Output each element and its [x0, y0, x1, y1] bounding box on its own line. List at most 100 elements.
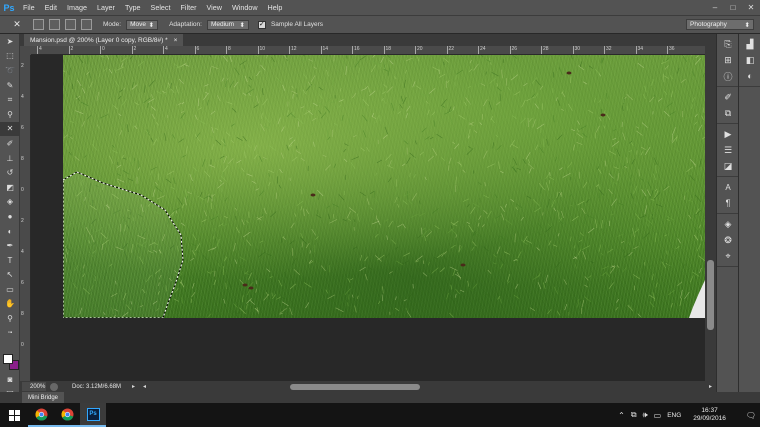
brush-tool-icon[interactable]: ✐ [0, 136, 20, 151]
ruler-horizontal[interactable]: 4 2 0 2 4 6 8 10 12 14 16 18 20 22 24 26 28 30 32 34 36 [31, 46, 705, 55]
new-selection-icon[interactable] [33, 19, 44, 30]
menu-filter[interactable]: Filter [176, 3, 202, 12]
ruler-corner[interactable] [20, 46, 31, 55]
chevron-up-icon[interactable]: ⌃ [618, 411, 625, 420]
paint-bucket-tool-icon[interactable]: ◈ [0, 195, 20, 210]
vertical-scrollbar[interactable] [705, 46, 716, 382]
paragraph-icon[interactable]: ¶ [717, 195, 739, 211]
history-brush-tool-icon[interactable]: ↺ [0, 165, 20, 180]
notifications-icon[interactable]: 🗨 [746, 411, 756, 420]
channels-icon[interactable]: ❂ [717, 232, 739, 248]
menu-edit[interactable]: Edit [40, 3, 62, 12]
type-tool-icon[interactable]: T [0, 253, 20, 268]
status-info-icon[interactable] [50, 382, 58, 391]
horizontal-scrollbar[interactable] [168, 382, 704, 391]
menu-layer[interactable]: Layer [92, 3, 120, 12]
photoshop-icon[interactable]: Ps [80, 403, 106, 427]
workspace-select[interactable]: Photography ⬍ [686, 19, 754, 30]
network-icon[interactable]: ⧉ [631, 410, 637, 420]
ruler-top-tick [226, 46, 227, 54]
maximize-button[interactable]: □ [724, 0, 742, 15]
ruler-top-label: 10 [259, 46, 266, 52]
ruler-left-label: 8 [21, 156, 24, 162]
content-aware-move-tool-icon[interactable]: ✕ [0, 121, 20, 137]
hand-tool-icon[interactable]: ✋ [0, 297, 20, 312]
paths-icon[interactable]: ⌖ [717, 248, 739, 264]
grass-image[interactable] [63, 55, 705, 318]
close-button[interactable]: ✕ [742, 0, 760, 15]
clock[interactable]: 16:37 29/09/2016 [693, 407, 726, 423]
clone-source-icon[interactable]: ⧉ [717, 105, 739, 121]
crop-tool-icon[interactable]: ⌗ [0, 92, 20, 107]
ruler-top-tick [352, 46, 353, 54]
mini-bridge-tab[interactable]: Mini Bridge [22, 392, 65, 403]
default-colors-icon[interactable]: ▫▪ [0, 326, 20, 341]
chevron-down-icon: ⬍ [744, 21, 750, 29]
subtract-from-selection-icon[interactable] [65, 19, 76, 30]
close-icon[interactable]: × [174, 37, 178, 44]
adaptation-select[interactable]: Medium ⬍ [206, 19, 249, 30]
properties-icon[interactable]: ☰ [717, 142, 739, 158]
move-tool-icon[interactable]: ➤ [0, 34, 20, 49]
zoom-tool-icon[interactable]: ⚲ [0, 311, 20, 326]
rectangle-tool-icon[interactable]: ▭ [0, 282, 20, 297]
foreground-color-swatch[interactable] [3, 354, 13, 364]
mode-select[interactable]: Move ⬍ [126, 19, 159, 30]
add-to-selection-icon[interactable] [49, 19, 60, 30]
menu-help[interactable]: Help [263, 3, 288, 12]
status-menu-arrow-icon[interactable]: ▸ [132, 383, 135, 390]
lasso-tool-icon[interactable]: ➰ [0, 63, 20, 78]
layers-icon[interactable]: ◈ [717, 216, 739, 232]
canvas-area[interactable] [31, 55, 705, 381]
tools-panel: ➤ ⬚ ➰ ✎ ⌗ ⚲ ✕ ✐ ⊥ ↺ ◩ ◈ ● ◐ ✒ T ↖ ▭ ✋ ⚲ … [0, 34, 20, 398]
adjustments-icon[interactable]: ◪ [717, 158, 739, 174]
menu-type[interactable]: Type [120, 3, 146, 12]
actions-icon[interactable]: ▶ [717, 126, 739, 142]
minimize-button[interactable]: – [706, 0, 724, 15]
horizontal-scroll-thumb[interactable] [290, 384, 420, 390]
menu-view[interactable]: View [202, 3, 227, 12]
marquee-tool-icon[interactable]: ⬚ [0, 49, 20, 64]
history-icon[interactable]: ⎘ [717, 36, 739, 52]
scroll-left-arrow-icon[interactable]: ◂ [143, 383, 146, 390]
language-indicator[interactable]: ENG [667, 412, 681, 419]
menu-image[interactable]: Image [62, 3, 92, 12]
battery-icon[interactable]: ▭ [654, 411, 662, 420]
sample-all-layers-checkbox[interactable]: ✓ [257, 20, 266, 29]
quick-mask-icon[interactable]: ◙ [0, 372, 20, 387]
intersect-selection-icon[interactable] [81, 19, 92, 30]
ruler-top-label: 14 [322, 46, 329, 52]
eraser-tool-icon[interactable]: ◩ [0, 180, 20, 195]
quick-selection-tool-icon[interactable]: ✎ [0, 78, 20, 93]
eyedropper-tool-icon[interactable]: ⚲ [0, 107, 20, 122]
chrome-icon[interactable] [28, 403, 54, 427]
vertical-scroll-thumb[interactable] [707, 260, 714, 330]
scroll-right-arrow-icon[interactable]: ▸ [709, 383, 712, 390]
color-icon[interactable]: ◐ [739, 68, 760, 84]
dodge-tool-icon[interactable]: ◐ [0, 224, 20, 239]
ruler-vertical[interactable]: 2 4 6 8 0 2 4 6 8 0 [20, 55, 31, 381]
document-title: Mansion.psd @ 200% (Layer 0 copy, RGB/8#… [30, 36, 168, 44]
zoom-level-field[interactable]: 200% [22, 382, 46, 391]
path-selection-tool-icon[interactable]: ↖ [0, 268, 20, 283]
windows-start-icon[interactable] [0, 403, 28, 427]
ruler-top-tick [163, 46, 164, 54]
content-aware-move-tool-icon[interactable]: ✕ [6, 19, 28, 31]
histogram-icon[interactable]: ▟ [739, 36, 760, 52]
menu-window[interactable]: Window [227, 3, 263, 12]
document-tab[interactable]: Mansion.psd @ 200% (Layer 0 copy, RGB/8#… [24, 34, 184, 46]
character-icon[interactable]: A [717, 179, 739, 195]
info-icon[interactable]: ⓘ [717, 68, 739, 84]
clone-stamp-tool-icon[interactable]: ⊥ [0, 151, 20, 166]
brush-panel-icon[interactable]: ✐ [717, 89, 739, 105]
ruler-top-label: 0 [102, 46, 105, 52]
menu-select[interactable]: Select [146, 3, 176, 12]
pen-tool-icon[interactable]: ✒ [0, 238, 20, 253]
blur-tool-icon[interactable]: ● [0, 209, 20, 224]
swatches-icon[interactable]: ⊞ [717, 52, 739, 68]
chrome-icon[interactable] [54, 403, 80, 427]
chevron-down-icon: ⬍ [239, 21, 245, 29]
navigator-icon[interactable]: ◧ [739, 52, 760, 68]
volume-icon[interactable]: 🕪 [643, 410, 648, 420]
menu-file[interactable]: File [18, 3, 40, 12]
